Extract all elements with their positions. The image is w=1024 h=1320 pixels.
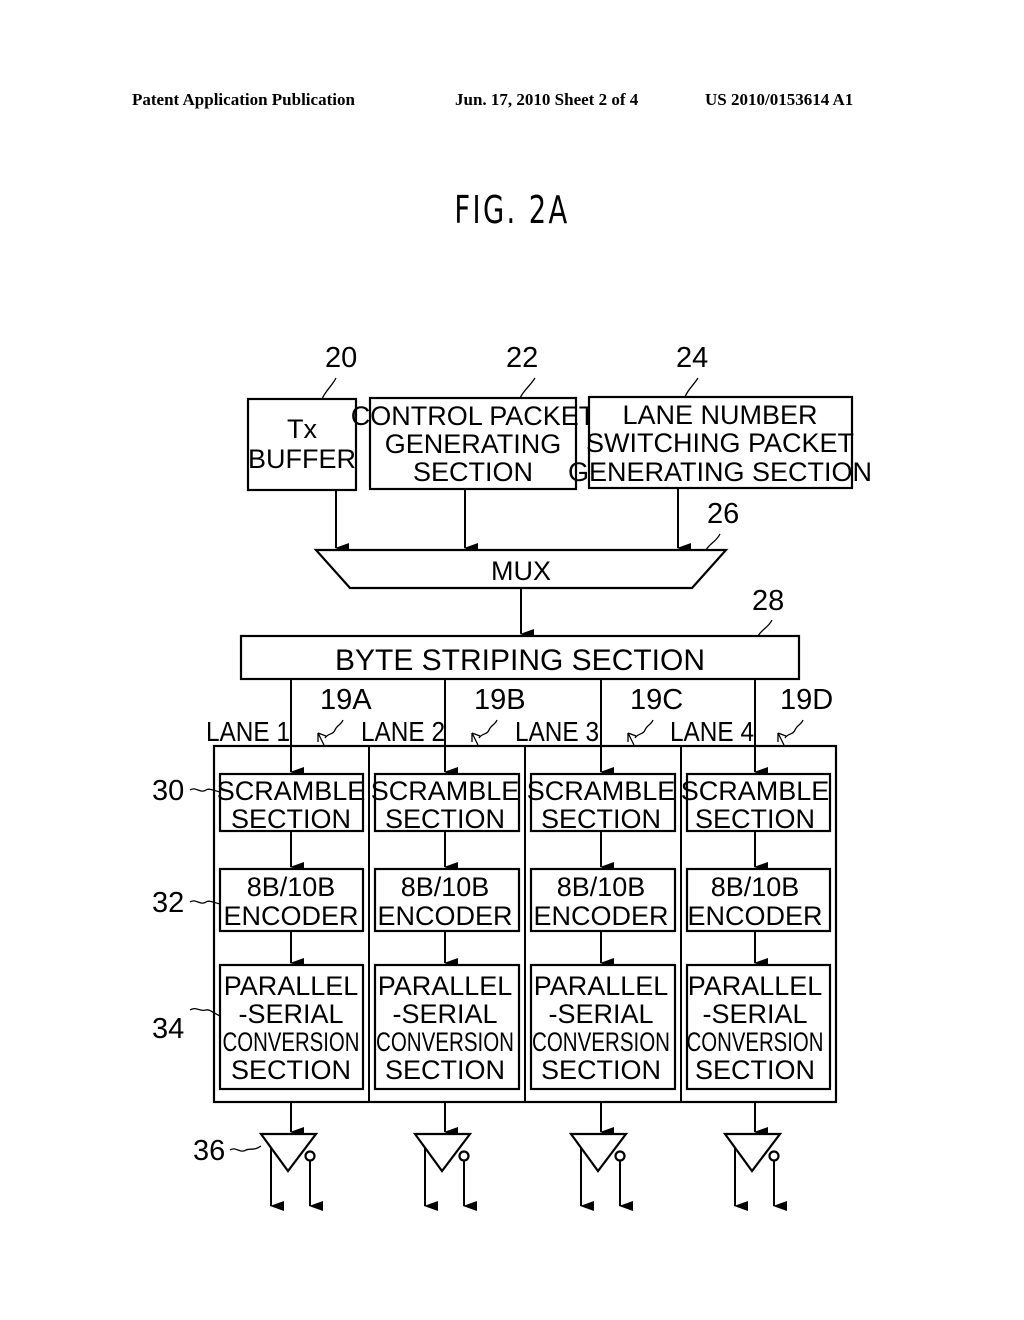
tx-buffer-block: Tx BUFFER 20 xyxy=(246,342,357,492)
lane-number-switching-block: LANE NUMBER SWITCHING PACKET GENERATING … xyxy=(568,342,872,490)
control-packet-line-2: GENERATING xyxy=(385,429,562,459)
ps-line-1: PARALLEL xyxy=(378,971,513,1001)
scramble-line-1: SCRAMBLE xyxy=(217,776,366,806)
leader-20 xyxy=(321,377,337,400)
lane-label: LANE 4 xyxy=(670,716,754,747)
lane-ref: 19D xyxy=(780,684,833,716)
block-diagram: Tx BUFFER 20 CONTROL PACKET GENERATING S… xyxy=(152,342,872,1211)
ps-line-1: PARALLEL xyxy=(688,971,823,1001)
differential-driver-icon xyxy=(568,1132,633,1211)
ps-line-3: CONVERSION xyxy=(532,1027,670,1057)
leader-22 xyxy=(519,377,536,399)
ref-28: 28 xyxy=(752,585,784,617)
ref-30: 30 xyxy=(152,775,184,807)
lane-switch-line-2: SWITCHING PACKET xyxy=(586,428,854,458)
lane-ref-leader xyxy=(317,719,344,746)
encoder-line-2: ENCODER xyxy=(533,901,668,931)
ps-line-3: CONVERSION xyxy=(687,1027,824,1057)
mux-label: MUX xyxy=(491,556,551,586)
lane-switch-line-1: LANE NUMBER xyxy=(622,400,817,430)
scramble-line-2: SECTION xyxy=(385,804,505,834)
byte-striping-label: BYTE STRIPING SECTION xyxy=(335,644,705,677)
leader-36 xyxy=(229,1145,262,1152)
ref-22: 22 xyxy=(506,342,538,374)
lane-ref-leader xyxy=(627,719,654,746)
ref-36: 36 xyxy=(193,1135,225,1167)
control-packet-line-3: SECTION xyxy=(413,457,533,487)
control-packet-block: CONTROL PACKET GENERATING SECTION 22 xyxy=(351,342,596,491)
encoder-line-2: ENCODER xyxy=(687,901,822,931)
lane-label: LANE 3 xyxy=(515,716,599,747)
ref-34: 34 xyxy=(152,1013,184,1045)
scramble-line-2: SECTION xyxy=(695,804,815,834)
ref-20: 20 xyxy=(325,342,357,374)
lane-ref: 19C xyxy=(630,684,683,716)
lane-ref-leader xyxy=(471,719,498,746)
encoder-line-1: 8B/10B xyxy=(711,872,800,902)
ps-line-2: -SERIAL xyxy=(238,999,343,1029)
lane-ref: 19A xyxy=(320,684,372,716)
differential-driver-icon xyxy=(722,1132,787,1211)
differential-driver-icon xyxy=(258,1132,323,1211)
ps-line-4: SECTION xyxy=(385,1055,505,1085)
ps-line-4: SECTION xyxy=(231,1055,351,1085)
scramble-line-2: SECTION xyxy=(231,804,351,834)
tx-buffer-line-2: BUFFER xyxy=(248,444,356,474)
encoder-line-1: 8B/10B xyxy=(401,872,490,902)
lane-label: LANE 2 xyxy=(361,716,445,747)
encoder-line-2: ENCODER xyxy=(377,901,512,931)
mux-block: MUX 26 xyxy=(313,498,739,590)
ps-line-3: CONVERSION xyxy=(223,1027,360,1057)
lanes-group: LANE 119ASCRAMBLESECTION8B/10BENCODERPAR… xyxy=(152,679,838,1211)
ref-24: 24 xyxy=(676,342,708,374)
differential-driver-icon xyxy=(412,1132,477,1211)
ref-26: 26 xyxy=(707,498,739,530)
ps-line-1: PARALLEL xyxy=(534,971,669,1001)
scramble-line-1: SCRAMBLE xyxy=(527,776,676,806)
ps-line-1: PARALLEL xyxy=(224,971,359,1001)
lane-label: LANE 1 xyxy=(206,716,290,747)
encoder-line-2: ENCODER xyxy=(223,901,358,931)
leader-24 xyxy=(684,377,699,398)
ps-line-2: -SERIAL xyxy=(548,999,653,1029)
ps-line-4: SECTION xyxy=(695,1055,815,1085)
lane-ref: 19B xyxy=(474,684,526,716)
scramble-line-1: SCRAMBLE xyxy=(371,776,520,806)
scramble-line-2: SECTION xyxy=(541,804,661,834)
encoder-line-1: 8B/10B xyxy=(557,872,646,902)
ps-line-2: -SERIAL xyxy=(702,999,807,1029)
control-packet-line-1: CONTROL PACKET xyxy=(351,401,596,431)
lane-ref-leader xyxy=(777,719,804,746)
lane-switch-line-3: GENERATING SECTION xyxy=(568,457,872,487)
ps-line-3: CONVERSION xyxy=(376,1027,514,1057)
tx-buffer-line-1: Tx xyxy=(287,414,317,444)
scramble-line-1: SCRAMBLE xyxy=(681,776,830,806)
ps-line-4: SECTION xyxy=(541,1055,661,1085)
ps-line-2: -SERIAL xyxy=(392,999,497,1029)
leader-26 xyxy=(705,533,721,551)
leader-28 xyxy=(757,619,773,637)
ref-32: 32 xyxy=(152,887,184,919)
encoder-line-1: 8B/10B xyxy=(247,872,336,902)
